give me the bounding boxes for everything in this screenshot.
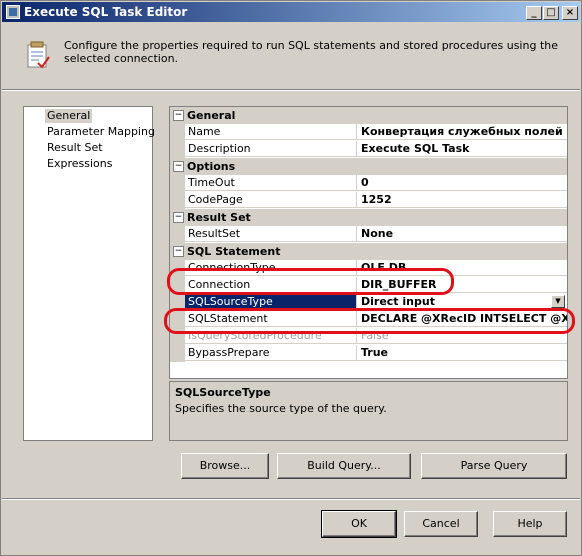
property-name: TimeOut <box>185 175 357 191</box>
property-name: SQLStatement <box>185 311 357 327</box>
collapse-icon[interactable]: − <box>173 161 184 172</box>
property-grid[interactable]: − General Name Конвертация служебных пол… <box>169 106 568 379</box>
row-margin <box>170 277 185 294</box>
row-margin <box>170 141 185 158</box>
category-label: Options <box>187 160 236 173</box>
property-row-sqlstatement[interactable]: SQLStatement DECLARE @XRecID INTSELECT @… <box>170 311 567 328</box>
property-name: ResultSet <box>185 226 357 242</box>
property-value: False <box>357 328 567 344</box>
nav-item-parameter-mapping[interactable]: Parameter Mapping <box>45 125 157 139</box>
nav-item-result-set[interactable]: Result Set <box>45 141 105 155</box>
property-value[interactable]: OLE DB <box>357 260 567 276</box>
category-label: General <box>187 109 236 122</box>
property-value[interactable]: Execute SQL Task <box>357 141 567 157</box>
category-result-set[interactable]: − Result Set <box>170 209 567 226</box>
description-text: Specifies the source type of the query. <box>175 402 387 415</box>
collapse-icon[interactable]: − <box>173 212 184 223</box>
title-bar[interactable]: Execute SQL Task Editor _ □ × <box>2 2 580 22</box>
property-name: ConnectionType <box>185 260 357 276</box>
category-label: Result Set <box>187 211 251 224</box>
row-margin <box>170 328 185 345</box>
property-value[interactable]: Конвертация служебных полей <box>357 124 567 140</box>
property-row-sqlsourcetype[interactable]: SQLSourceType Direct input ▼ <box>170 294 567 311</box>
row-margin <box>170 175 185 192</box>
header-description: Configure the properties required to run… <box>64 39 558 65</box>
row-margin <box>170 260 185 277</box>
property-row-isquerystoredprocedure[interactable]: IsQueryStoredProcedure False <box>170 328 567 345</box>
footer-separator <box>2 498 580 500</box>
category-options[interactable]: − Options <box>170 158 567 175</box>
minimize-button[interactable]: _ <box>526 6 542 20</box>
property-row-timeout[interactable]: TimeOut 0 <box>170 175 567 192</box>
property-value[interactable]: True <box>357 345 567 361</box>
window-title: Execute SQL Task Editor <box>24 5 188 19</box>
property-value[interactable]: 1252 <box>357 192 567 208</box>
property-value[interactable]: DIR_BUFFER <box>357 277 567 293</box>
page-nav-list[interactable]: General Parameter Mapping Result Set Exp… <box>23 106 155 441</box>
app-icon <box>6 5 20 19</box>
category-general[interactable]: − General <box>170 107 567 124</box>
property-row-connectiontype[interactable]: ConnectionType OLE DB <box>170 260 567 277</box>
property-name: BypassPrepare <box>185 345 357 361</box>
property-row-connection[interactable]: Connection DIR_BUFFER <box>170 277 567 294</box>
property-name: CodePage <box>185 192 357 208</box>
collapse-icon[interactable]: − <box>173 110 184 121</box>
property-description-panel: SQLSourceType Specifies the source type … <box>169 381 568 441</box>
help-button[interactable]: Help <box>493 511 567 537</box>
header-banner: Configure the properties required to run… <box>2 23 580 87</box>
property-value[interactable]: None <box>357 226 567 242</box>
close-button[interactable]: × <box>562 6 578 20</box>
execute-sql-task-editor-window: Execute SQL Task Editor _ □ × Configure … <box>0 0 582 556</box>
row-margin <box>170 311 185 328</box>
property-row-codepage[interactable]: CodePage 1252 <box>170 192 567 209</box>
cancel-button[interactable]: Cancel <box>404 511 478 537</box>
collapse-icon[interactable]: − <box>173 246 184 257</box>
property-name: Connection <box>185 277 357 293</box>
property-value[interactable]: Direct input <box>357 294 567 310</box>
property-row-bypassprepare[interactable]: BypassPrepare True <box>170 345 567 362</box>
property-row-name[interactable]: Name Конвертация служебных полей <box>170 124 567 141</box>
description-title: SQLSourceType <box>175 386 271 399</box>
nav-item-expressions[interactable]: Expressions <box>45 157 114 171</box>
property-name: SQLSourceType <box>185 294 357 310</box>
maximize-button[interactable]: □ <box>543 6 559 20</box>
row-margin <box>170 226 185 243</box>
header-separator <box>2 89 580 91</box>
build-query-button[interactable]: Build Query... <box>277 453 411 479</box>
category-sql-statement[interactable]: − SQL Statement <box>170 243 567 260</box>
row-margin <box>170 192 185 209</box>
property-row-resultset[interactable]: ResultSet None <box>170 226 567 243</box>
row-margin <box>170 345 185 362</box>
property-row-description[interactable]: Description Execute SQL Task <box>170 141 567 158</box>
property-value[interactable]: DECLARE @XRecID INTSELECT @XRecID <box>357 311 567 327</box>
category-label: SQL Statement <box>187 245 281 258</box>
dropdown-arrow-icon[interactable]: ▼ <box>551 295 565 308</box>
property-value[interactable]: 0 <box>357 175 567 191</box>
parse-query-button[interactable]: Parse Query <box>421 453 567 479</box>
nav-item-general[interactable]: General <box>45 109 93 123</box>
row-margin <box>170 124 185 141</box>
property-name: IsQueryStoredProcedure <box>185 328 357 344</box>
ok-button[interactable]: OK <box>321 510 397 538</box>
task-editor-icon <box>27 41 50 69</box>
property-name: Name <box>185 124 357 140</box>
property-name: Description <box>185 141 357 157</box>
browse-button[interactable]: Browse... <box>181 453 269 479</box>
row-margin <box>170 294 185 311</box>
